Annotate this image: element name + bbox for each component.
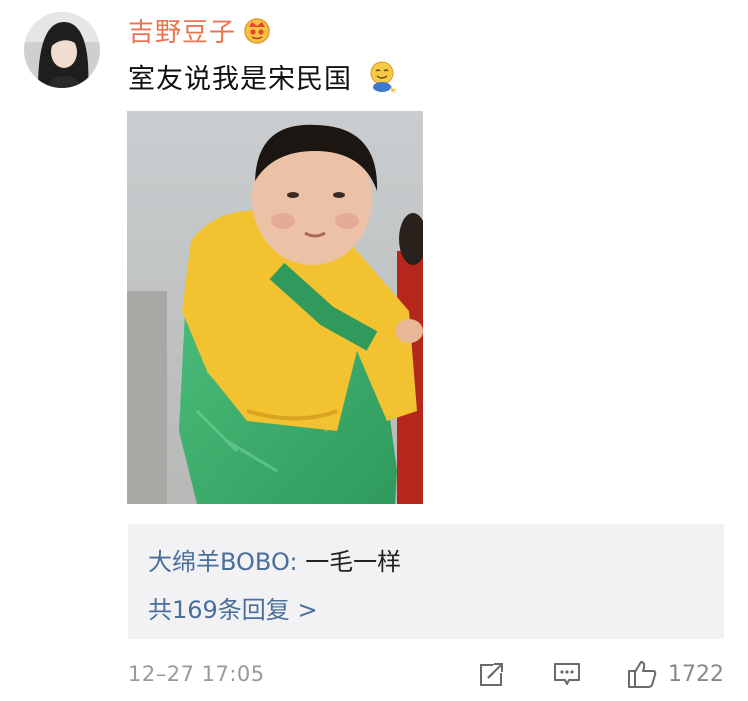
child-photo-image	[127, 111, 423, 504]
reply-line: 大绵羊BOBO: 一毛一样	[148, 542, 401, 577]
thumbs-up-icon	[628, 661, 657, 688]
reply-preview: 大绵羊BOBO: 一毛一样 共169条回复 >	[128, 524, 724, 639]
comment-footer: 12–27 17:05 1722	[128, 656, 724, 692]
avatar-image	[24, 12, 100, 88]
post-photo[interactable]	[127, 111, 423, 504]
like-count: 1722	[668, 661, 724, 687]
comment-icon	[554, 663, 580, 685]
share-button[interactable]	[478, 656, 506, 692]
chevron-right-icon: >	[297, 596, 318, 624]
username[interactable]: 吉野豆子	[128, 12, 236, 49]
username-row: 吉野豆子	[128, 10, 272, 50]
reply-button[interactable]	[552, 656, 582, 692]
reply-text: 一毛一样	[305, 548, 402, 576]
avatar[interactable]	[24, 12, 100, 88]
timestamp: 12–27 17:05	[128, 662, 265, 686]
view-all-replies-link[interactable]: 共169条回复 >	[148, 590, 318, 625]
comment-text: 室友说我是宋民国	[128, 63, 352, 95]
share-icon	[480, 663, 503, 686]
reply-separator: :	[289, 548, 298, 576]
comment-row: 室友说我是宋民国	[128, 55, 398, 97]
smiling-face-emoji-icon	[370, 61, 397, 93]
like-button[interactable]: 1722	[626, 656, 724, 692]
reply-count-label: 共169条回复	[148, 596, 290, 624]
reply-author[interactable]: 大绵羊BOBO	[148, 548, 289, 576]
crown-badge-icon	[244, 18, 270, 44]
